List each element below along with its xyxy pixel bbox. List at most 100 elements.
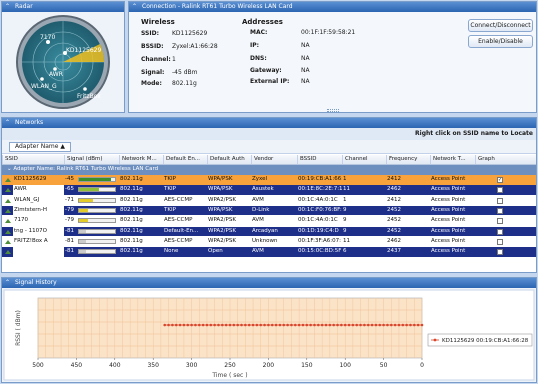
table-row[interactable]: Zimtstern-H -79 802.11g TKIP WPA/PSK D-Link 00…	[2, 205, 536, 216]
column-header[interactable]: BSSID	[297, 155, 342, 164]
cell-auth: WPA/PSK	[208, 186, 233, 193]
cell-ssid[interactable]: FRITZ!Box A	[13, 237, 64, 247]
data-point	[382, 323, 385, 327]
table-row[interactable]: FRITZ!Box A -81 802.11g AES-CCMP WPA2/PSK Unk…	[2, 236, 536, 247]
column-header[interactable]: Frequency	[386, 155, 430, 164]
cell-ssid[interactable]	[13, 247, 64, 257]
collapse-icon[interactable]: ⌃	[5, 2, 10, 12]
cell-ssid[interactable]: WLAN_GJ	[13, 196, 64, 206]
cell-ssid[interactable]: 7170	[13, 216, 64, 226]
cell-ssid[interactable]: KD1125629	[13, 175, 64, 185]
signal-strength-bar	[78, 218, 116, 224]
column-header[interactable]: Graph	[475, 155, 536, 164]
data-point	[297, 323, 301, 327]
data-point	[320, 323, 324, 327]
graph-checkbox[interactable]	[497, 187, 503, 194]
cell-channel: 6	[343, 248, 347, 255]
data-point	[286, 323, 289, 327]
signal-strength-bar	[78, 177, 116, 182]
cell-channel: 11	[343, 237, 350, 244]
cell-enc: AES-CCMP	[164, 217, 193, 224]
graph-checkbox[interactable]	[497, 238, 503, 245]
wifi-icon	[5, 177, 11, 183]
cell-vendor: Unknown	[252, 237, 278, 244]
wifi-icon	[5, 229, 11, 235]
column-header[interactable]: Vendor	[251, 155, 297, 164]
column-header[interactable]: Network T...	[430, 155, 475, 164]
data-point	[167, 323, 170, 327]
dns-label: DNS:	[250, 55, 267, 62]
cell-mode: 802.11g	[120, 176, 143, 182]
graph-checkbox[interactable]: ✓	[497, 177, 503, 183]
mac-label: MAC:	[250, 29, 268, 36]
wifi-icon	[5, 249, 11, 255]
collapse-icon[interactable]: ⌃	[5, 118, 10, 128]
cell-ssid[interactable]: Zimtstern-H	[13, 205, 64, 216]
group-by-adapter-chip[interactable]: Adapter Name ▲	[9, 142, 71, 152]
connect-disconnect-button[interactable]: Connect/Disconnect	[468, 19, 533, 32]
table-header: SSID Signal (dBm) Network M... Default En..…	[2, 155, 536, 165]
cell-bssid: 00:19:CB:A1:66:28	[298, 176, 342, 182]
signal-strength-bar	[78, 249, 116, 255]
external-ip-value: NA	[301, 78, 310, 85]
legend-marker	[433, 338, 437, 342]
radar-label: AWR	[49, 71, 63, 78]
table-row[interactable]: WLAN_GJ -71 802.11g AES-CCMP WPA2/PSK AVM 00:1…	[2, 195, 536, 206]
radar-label: KD1125629	[66, 47, 101, 54]
data-point	[240, 323, 243, 327]
data-point	[282, 323, 286, 327]
data-point	[393, 323, 397, 327]
data-point	[405, 323, 408, 327]
group-by-bar: Adapter Name ▲	[2, 140, 536, 154]
cell-bssid: 00:1C:4A:0:1C	[298, 217, 338, 224]
column-header[interactable]: Channel	[342, 155, 386, 164]
data-point	[267, 323, 270, 327]
cell-enc: AES-CCMP	[164, 237, 193, 244]
cell-freq: 2462	[387, 186, 401, 193]
cell-type: Access Point	[431, 227, 466, 234]
cell-bssid: 00:1F:3F:A6:07:	[298, 237, 341, 244]
graph-checkbox[interactable]	[497, 228, 503, 235]
enable-disable-button[interactable]: Enable/Disable	[468, 35, 533, 48]
data-point	[324, 323, 328, 327]
table-row[interactable]: tng - 1107O -81 802.11g Default-En... WPA2/P…	[2, 226, 536, 236]
radar-panel: ⌃ Radar 7170 KD1125629 AWR WLAN_G FritzB…	[1, 1, 125, 113]
data-point	[270, 323, 274, 327]
cell-channel: 1	[343, 196, 347, 203]
cell-type: Access Point	[431, 186, 466, 193]
networks-title: Networks	[15, 119, 44, 126]
column-header[interactable]: Network M...	[119, 155, 163, 164]
cell-freq: 2462	[387, 237, 401, 244]
group-row[interactable]: ⌄ Adapter Name: Ralink RT61 Turbo Wirele…	[2, 165, 536, 175]
mode-value: 802.11g	[172, 80, 197, 87]
cell-vendor: AVM	[252, 217, 264, 224]
cell-ssid[interactable]: AWR	[13, 185, 64, 195]
cell-auth: WPA/PSK	[208, 206, 233, 213]
data-point	[409, 323, 412, 327]
data-point	[201, 323, 205, 327]
column-header[interactable]: Default Auth	[207, 155, 251, 164]
resize-grip[interactable]	[326, 109, 339, 112]
ssid-label: SSID:	[141, 30, 159, 37]
collapse-icon[interactable]: ⌃	[5, 278, 10, 288]
graph-checkbox[interactable]	[497, 218, 503, 225]
table-row[interactable]: 7170 -79 802.11g AES-CCMP WPA2/PSK AVM 00:1C:4…	[2, 216, 536, 226]
x-tick-label: 300	[186, 362, 198, 369]
column-header[interactable]: SSID	[2, 155, 64, 164]
data-point	[236, 323, 239, 327]
data-point	[309, 323, 312, 327]
graph-checkbox[interactable]	[497, 249, 503, 256]
cell-ssid[interactable]: tng - 1107O	[13, 226, 64, 236]
data-point	[224, 323, 228, 327]
data-point	[374, 323, 378, 327]
table-row[interactable]: KD1125629 -45 802.11g TKIP WPA/PSK Zyxel 00:19…	[2, 175, 536, 185]
table-row[interactable]: -81 802.11g None Open AVM 00:15:0C:BD:5F 6 2437…	[2, 247, 536, 257]
column-header[interactable]: Signal (dBm)	[64, 155, 119, 164]
graph-checkbox[interactable]	[497, 197, 503, 204]
graph-checkbox[interactable]	[497, 207, 503, 214]
table-row[interactable]: AWR -65 802.11g TKIP WPA/PSK Asustek 00:1E:8C:…	[2, 185, 536, 195]
x-tick-label: 100	[339, 362, 351, 369]
signal-history-title: Signal History	[15, 279, 57, 286]
collapse-icon[interactable]: ⌃	[132, 2, 137, 12]
column-header[interactable]: Default En...	[163, 155, 207, 164]
